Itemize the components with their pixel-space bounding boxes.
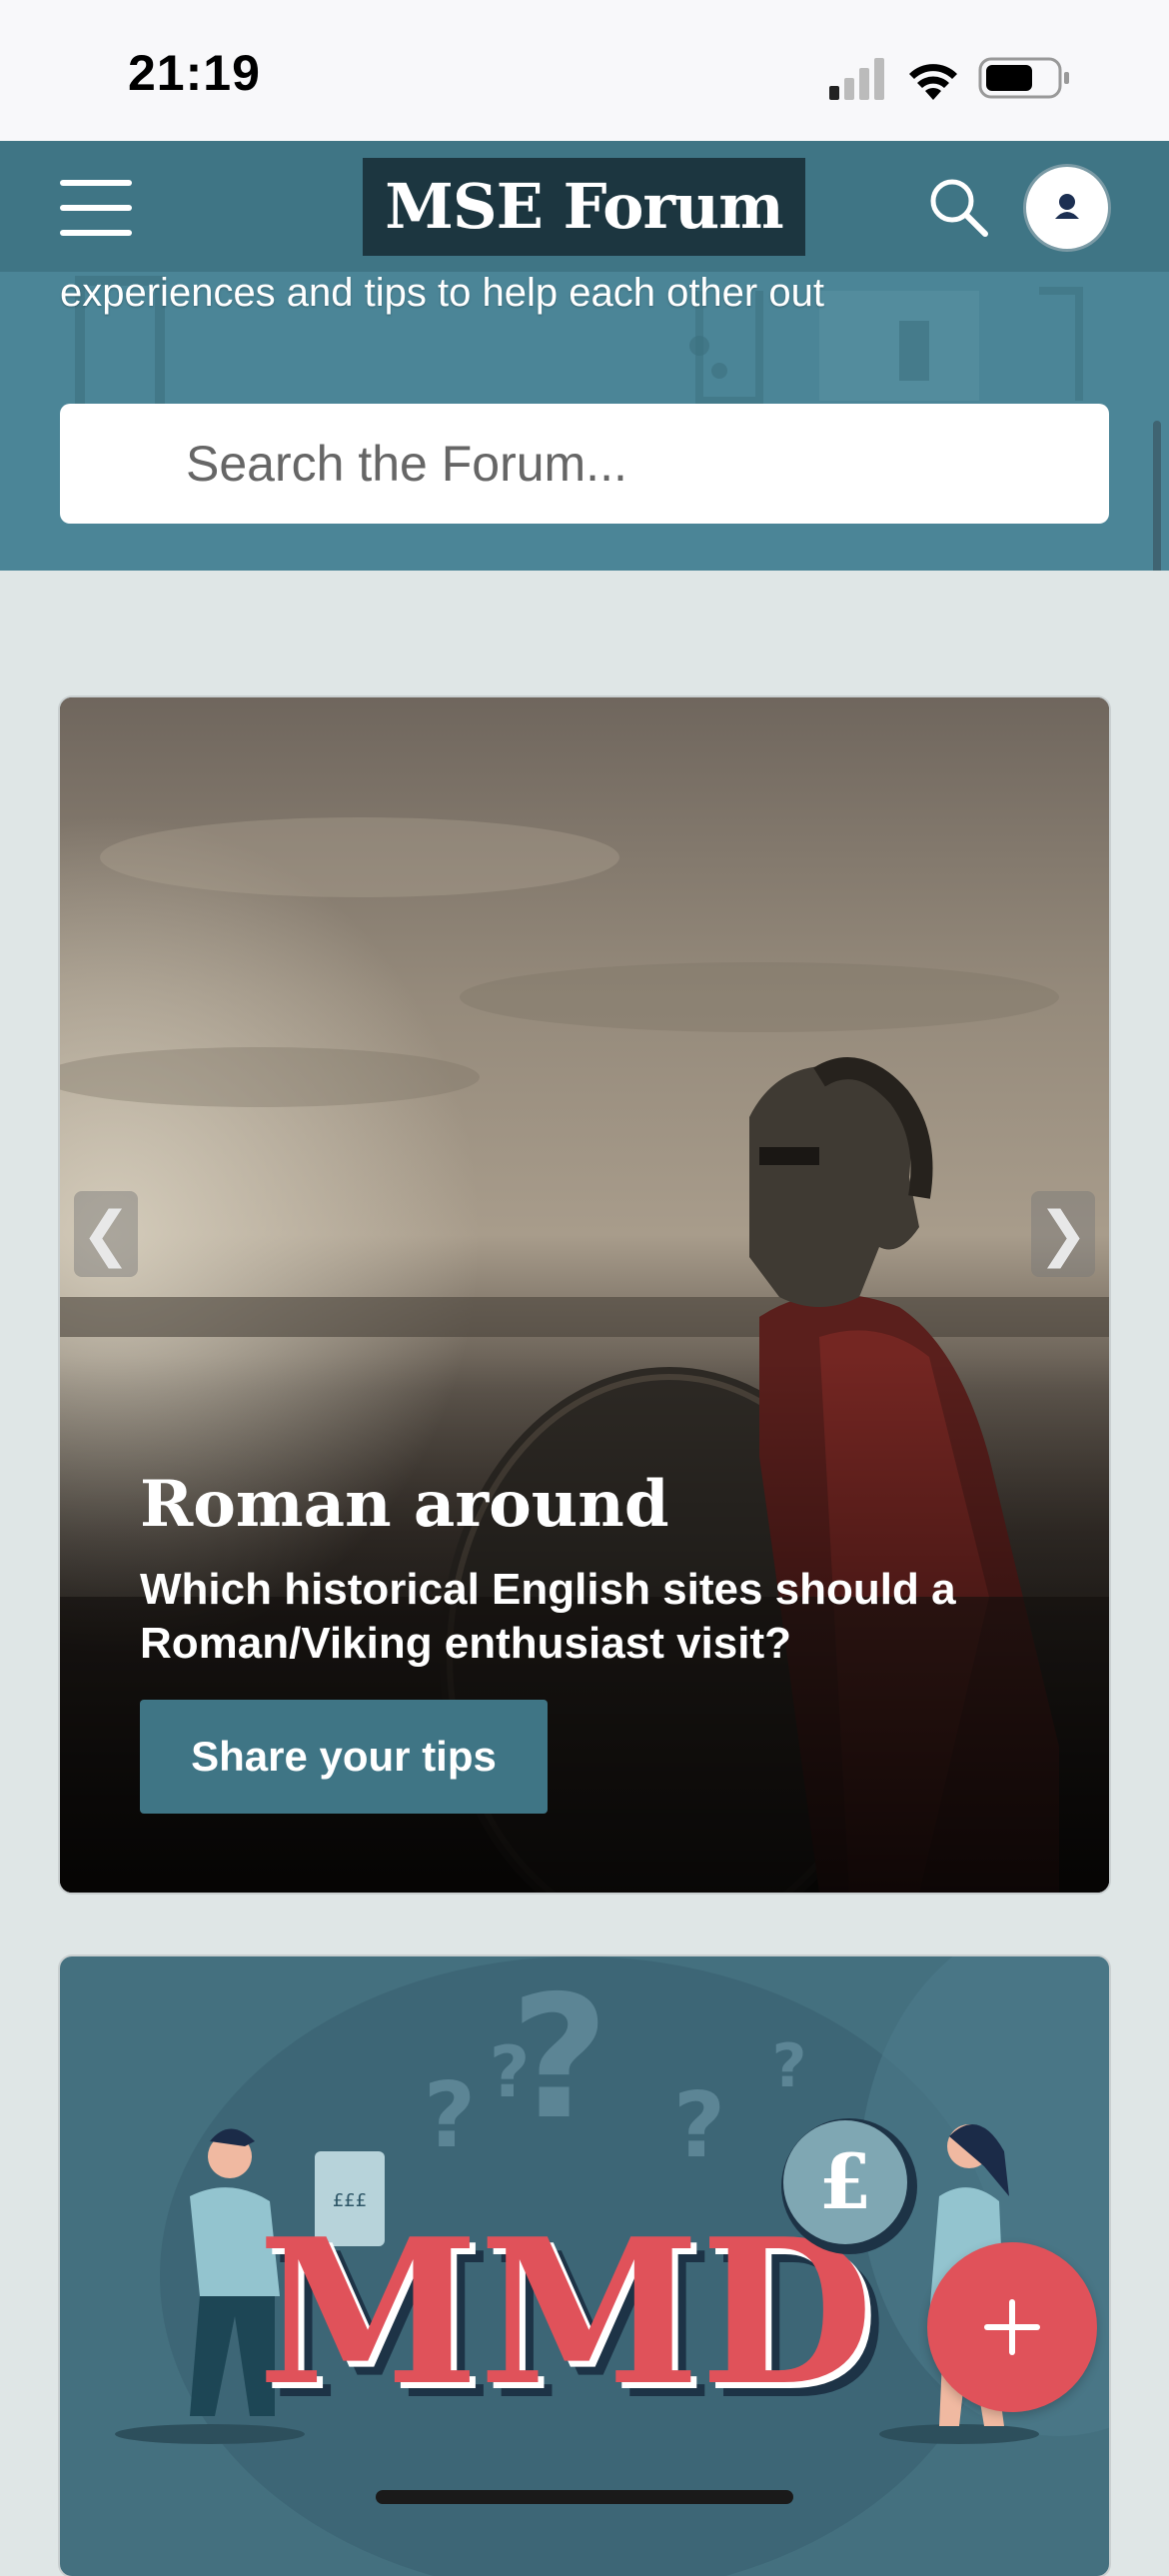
wifi-icon <box>909 64 957 100</box>
user-avatar-icon <box>1055 194 1079 219</box>
battery-icon <box>978 57 1069 99</box>
user-avatar-button[interactable] <box>1026 167 1108 249</box>
featured-card[interactable]: ❮ ❯ Roman around Which historical Englis… <box>60 697 1109 1893</box>
svg-text:£: £ <box>819 2137 872 2226</box>
signal-icon <box>829 58 884 100</box>
site-logo[interactable]: MSE Forum <box>363 158 805 256</box>
hero-tagline: experiences and tips to help each other … <box>60 271 824 315</box>
carousel-prev-button[interactable]: ❮ <box>74 1191 138 1277</box>
svg-text:?: ? <box>772 2031 807 2101</box>
home-indicator[interactable] <box>376 2490 793 2504</box>
plus-icon <box>984 2299 1040 2355</box>
forum-search-box[interactable] <box>60 404 1109 524</box>
status-time: 21:19 <box>128 45 261 101</box>
svg-text:?: ? <box>673 2073 725 2178</box>
carousel-next-button[interactable]: ❯ <box>1031 1191 1095 1277</box>
share-tips-button[interactable]: Share your tips <box>140 1700 548 1814</box>
svg-text:?: ? <box>424 2063 476 2168</box>
featured-description: Which historical English sites should a … <box>140 1565 956 1668</box>
search-icon[interactable] <box>927 176 989 238</box>
status-bar: 21:19 <box>0 0 1169 141</box>
svg-text:?: ? <box>490 2031 531 2113</box>
status-icons <box>829 57 1069 100</box>
scrollbar[interactable] <box>1153 421 1161 571</box>
new-post-fab[interactable] <box>927 2242 1097 2412</box>
svg-text:MMD: MMD <box>258 2195 873 2430</box>
hamburger-menu-icon[interactable] <box>60 180 132 236</box>
featured-title: Roman around <box>140 1467 669 1542</box>
forum-search-input[interactable] <box>60 404 1109 524</box>
